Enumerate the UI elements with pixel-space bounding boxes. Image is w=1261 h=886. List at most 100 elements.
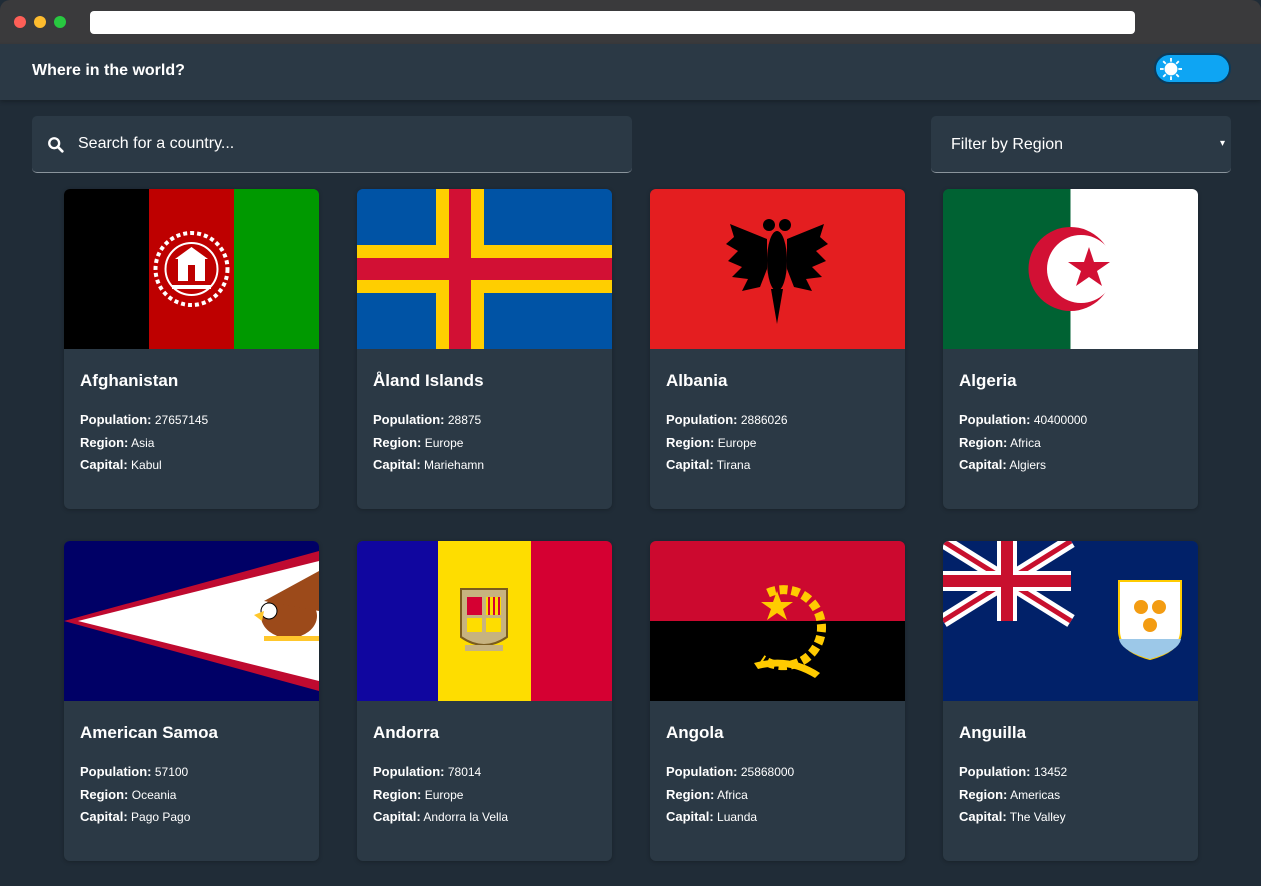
andorra-flag <box>357 541 612 701</box>
population-row: Population: 78014 <box>373 761 596 784</box>
search-icon <box>48 137 64 153</box>
capital-value: Algiers <box>1009 458 1047 472</box>
region-value: Europe <box>424 787 464 802</box>
population-row: Population: 13452 <box>959 761 1182 784</box>
maximize-window-button[interactable] <box>54 16 66 28</box>
algeria-flag <box>943 189 1198 349</box>
population-label: Population: <box>959 412 1031 427</box>
population-row: Population: 28875 <box>373 409 596 432</box>
country-name: Algeria <box>959 371 1017 390</box>
region-value: Oceania <box>131 787 177 802</box>
country-name: Afghanistan <box>80 371 179 390</box>
population-label: Population: <box>373 764 445 779</box>
app-header: Where in the world? <box>0 44 1261 100</box>
population-label: Population: <box>666 764 738 779</box>
region-row: Region: Europe <box>373 432 596 455</box>
region-row: Region: Europe <box>666 432 889 455</box>
capital-row: Capital: Luanda <box>666 806 889 829</box>
capital-label: Capital: <box>80 457 128 472</box>
sun-icon <box>1160 58 1182 80</box>
country-card[interactable]: Angola Population: 25868000 Region: Afri… <box>650 541 905 861</box>
american-samoa-flag <box>64 541 319 701</box>
region-value: Asia <box>131 435 155 450</box>
capital-label: Capital: <box>373 457 421 472</box>
country-card[interactable]: Andorra Population: 78014 Region: Europe… <box>357 541 612 861</box>
capital-row: Capital: Tirana <box>666 454 889 477</box>
population-value: 13452 <box>1033 765 1068 779</box>
population-value: 40400000 <box>1033 413 1088 427</box>
region-value: Americas <box>1010 787 1061 802</box>
capital-value: Pago Pago <box>131 810 191 824</box>
country-name: Åland Islands <box>373 371 484 390</box>
region-row: Region: Africa <box>666 784 889 807</box>
capital-value: The Valley <box>1009 810 1066 824</box>
browser-chrome <box>0 0 1261 44</box>
country-name: Andorra <box>373 723 440 742</box>
country-card[interactable]: Afghanistan Population: 27657145 Region:… <box>64 189 319 509</box>
country-card[interactable]: Åland Islands Population: 28875 Region: … <box>357 189 612 509</box>
minimize-window-button[interactable] <box>34 16 46 28</box>
population-row: Population: 25868000 <box>666 761 889 784</box>
region-label: Region: <box>959 786 1008 802</box>
country-card[interactable]: Algeria Population: 40400000 Region: Afr… <box>943 189 1198 509</box>
capital-row: Capital: Andorra la Vella <box>373 806 596 829</box>
population-label: Population: <box>959 764 1031 779</box>
app-title: Where in the world? <box>32 62 185 79</box>
close-window-button[interactable] <box>14 16 26 28</box>
region-label: Region: <box>666 786 715 802</box>
region-label: Region: <box>959 434 1008 450</box>
albania-flag <box>650 189 905 349</box>
population-value: 25868000 <box>740 765 795 779</box>
capital-row: Capital: Mariehamn <box>373 454 596 477</box>
capital-label: Capital: <box>959 457 1007 472</box>
capital-value: Andorra la Vella <box>423 810 509 824</box>
controls-bar: Filter by Region ▾ <box>0 116 1261 173</box>
search-input[interactable] <box>78 116 628 172</box>
region-value: Europe <box>717 435 757 450</box>
search-box[interactable] <box>32 116 632 173</box>
region-filter-label: Filter by Region <box>951 136 1064 153</box>
chevron-down-icon: ▾ <box>1219 138 1225 149</box>
region-filter-select[interactable]: Filter by Region ▾ <box>931 116 1231 173</box>
country-card[interactable]: Albania Population: 2886026 Region: Euro… <box>650 189 905 509</box>
region-row: Region: Africa <box>959 432 1182 455</box>
region-row: Region: Oceania <box>80 784 303 807</box>
capital-row: Capital: The Valley <box>959 806 1182 829</box>
country-card[interactable]: Anguilla Population: 13452 Region: Ameri… <box>943 541 1198 861</box>
afghanistan-flag <box>64 189 319 349</box>
country-card[interactable]: American Samoa Population: 57100 Region:… <box>64 541 319 861</box>
capital-value: Tirana <box>716 458 751 472</box>
population-value: 57100 <box>154 765 189 779</box>
region-value: Africa <box>1010 435 1041 450</box>
country-name: Albania <box>666 371 728 390</box>
capital-row: Capital: Pago Pago <box>80 806 303 829</box>
region-value: Africa <box>717 787 748 802</box>
country-name: Anguilla <box>959 723 1027 742</box>
address-bar[interactable] <box>90 11 1135 34</box>
capital-row: Capital: Algiers <box>959 454 1182 477</box>
region-row: Region: Asia <box>80 432 303 455</box>
theme-toggle[interactable] <box>1154 53 1231 84</box>
country-name: Angola <box>666 723 724 742</box>
region-label: Region: <box>666 434 715 450</box>
aland-flag <box>357 189 612 349</box>
population-row: Population: 40400000 <box>959 409 1182 432</box>
population-label: Population: <box>373 412 445 427</box>
population-row: Population: 27657145 <box>80 409 303 432</box>
capital-label: Capital: <box>666 457 714 472</box>
region-label: Region: <box>80 786 129 802</box>
region-row: Region: Europe <box>373 784 596 807</box>
population-value: 27657145 <box>154 413 209 427</box>
capital-label: Capital: <box>80 809 128 824</box>
country-grid: Afghanistan Population: 27657145 Region:… <box>64 189 1198 861</box>
region-label: Region: <box>373 786 422 802</box>
population-label: Population: <box>666 412 738 427</box>
region-label: Region: <box>373 434 422 450</box>
country-name: American Samoa <box>80 723 218 742</box>
capital-value: Kabul <box>131 458 162 472</box>
capital-value: Mariehamn <box>424 458 485 472</box>
population-label: Population: <box>80 412 152 427</box>
region-label: Region: <box>80 434 129 450</box>
population-value: 2886026 <box>740 413 788 427</box>
population-value: 28875 <box>447 413 482 427</box>
